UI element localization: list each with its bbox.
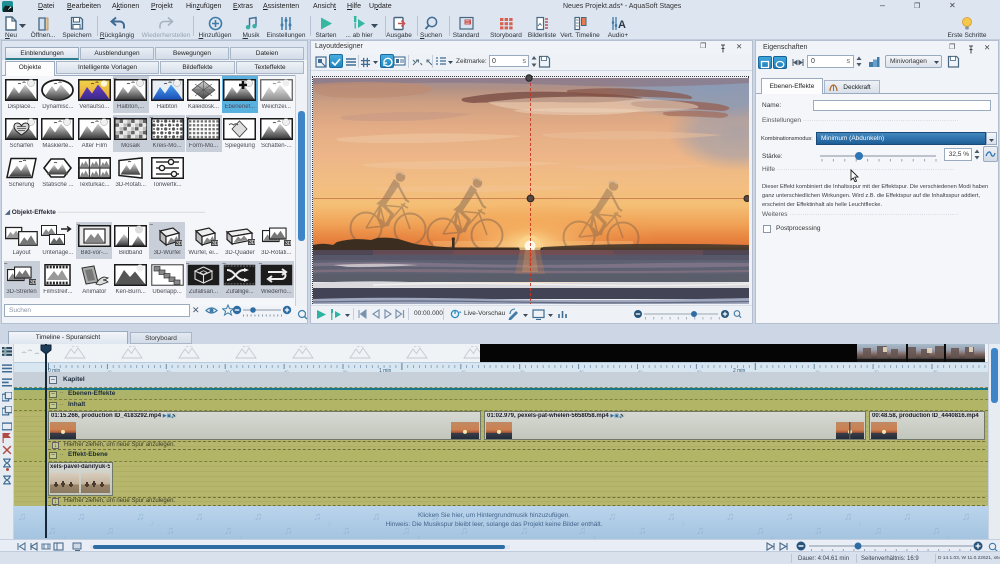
svg-text:3D: 3D	[249, 240, 256, 246]
svg-text:A: A	[618, 19, 626, 31]
svg-text:3D: 3D	[212, 241, 219, 247]
svg-text:3D: 3D	[30, 280, 37, 286]
svg-text:3D: 3D	[285, 241, 292, 247]
svg-text:3D: 3D	[176, 241, 183, 247]
